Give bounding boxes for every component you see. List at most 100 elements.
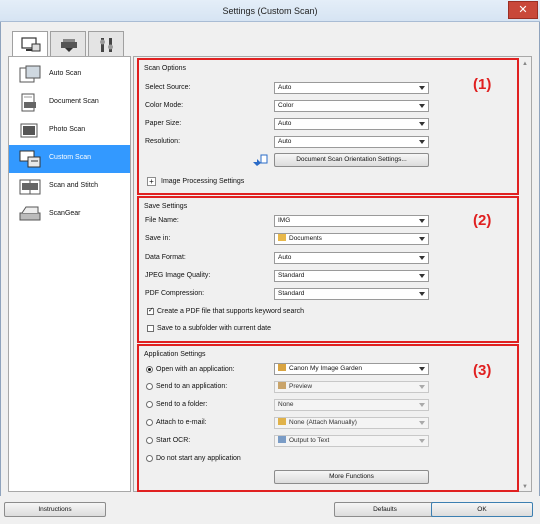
sidebar-item-document-scan[interactable]: Document Scan [9, 89, 130, 117]
start-ocr-value: Output to Text [289, 437, 330, 444]
scan-options-section: Scan Options (1) Select Source: Auto Col… [137, 58, 519, 195]
resolution-value: Auto [278, 138, 292, 145]
file-name-label: File Name: [145, 217, 179, 224]
select-source-dropdown[interactable]: Auto [274, 82, 429, 94]
keyword-pdf-checkbox[interactable] [147, 306, 154, 315]
scan-from-computer-icon [21, 37, 41, 52]
sidebar-item-scangear[interactable]: ScanGear [9, 201, 130, 229]
attach-to-email-dropdown[interactable]: None (Attach Manually) [274, 417, 429, 429]
send-to-folder-label: Send to a folder: [156, 401, 208, 408]
no-application-radio[interactable] [146, 455, 153, 462]
image-processing-settings-label[interactable]: Image Processing Settings [161, 178, 244, 185]
paper-size-value: Auto [278, 120, 292, 127]
open-with-application-dropdown[interactable]: Canon My Image Garden [274, 363, 429, 375]
subfolder-checkbox[interactable] [147, 325, 154, 332]
sidebar-item-auto-scan[interactable]: Auto Scan [9, 61, 130, 89]
open-with-application-radio[interactable] [146, 366, 153, 373]
section-title: Application Settings [144, 351, 206, 358]
scangear-icon [19, 206, 41, 221]
send-to-application-dropdown[interactable]: Preview [274, 381, 429, 393]
orientation-icon [253, 154, 268, 166]
start-ocr-label: Start OCR: [156, 437, 191, 444]
attach-to-email-label: Attach to e-mail: [156, 419, 207, 426]
no-application-label: Do not start any application [156, 455, 241, 462]
paper-size-label: Paper Size: [145, 120, 182, 127]
chevron-down-icon [419, 122, 425, 126]
start-ocr-dropdown[interactable]: Output to Text [274, 435, 429, 447]
expand-icon[interactable]: + [147, 177, 156, 186]
application-settings-section: Application Settings (3) Open with an ap… [137, 344, 519, 492]
select-source-label: Select Source: [145, 84, 191, 91]
sidebar-item-custom-scan[interactable]: Custom Scan [9, 145, 130, 173]
chevron-down-icon [419, 367, 425, 371]
scan-and-stitch-icon [19, 179, 41, 195]
section-title: Save Settings [144, 203, 188, 210]
section-title: Scan Options [144, 65, 187, 72]
general-settings-icon [100, 38, 113, 52]
sidebar-item-label: Auto Scan [49, 70, 82, 77]
auto-scan-icon [19, 65, 41, 83]
subfolder-label: Save to a subfolder with current date [157, 325, 272, 332]
open-with-application-value: Canon My Image Garden [289, 365, 362, 372]
save-in-dropdown[interactable]: Documents [274, 233, 429, 245]
tab-scan-from-computer[interactable] [12, 31, 48, 58]
chevron-down-icon [419, 385, 425, 389]
my-image-garden-icon [278, 364, 286, 371]
section-number: (1) [473, 76, 492, 93]
data-format-dropdown[interactable]: Auto [274, 252, 429, 264]
scroll-up-icon[interactable]: ▲ [521, 60, 529, 68]
title-bar: Settings (Custom Scan) [0, 0, 540, 22]
send-to-folder-radio[interactable] [146, 401, 153, 408]
sidebar-item-label: Document Scan [49, 98, 99, 105]
jpeg-quality-dropdown[interactable]: Standard [274, 270, 429, 282]
pdf-compression-dropdown[interactable]: Standard [274, 288, 429, 300]
resolution-dropdown[interactable]: Auto [274, 136, 429, 148]
file-name-dropdown[interactable]: IMG [274, 215, 429, 227]
chevron-down-icon [419, 439, 425, 443]
send-to-folder-value: None [278, 401, 294, 408]
save-in-value: Documents [289, 235, 322, 242]
chevron-down-icon [419, 256, 425, 260]
section-number: (3) [473, 362, 492, 379]
color-mode-dropdown[interactable]: Color [274, 100, 429, 112]
send-to-folder-dropdown[interactable]: None [274, 399, 429, 411]
attach-to-email-radio[interactable] [146, 419, 153, 426]
start-ocr-radio[interactable] [146, 437, 153, 444]
close-button[interactable]: ✕ [508, 1, 538, 19]
color-mode-label: Color Mode: [145, 102, 184, 109]
custom-scan-icon [19, 150, 41, 168]
paper-size-dropdown[interactable]: Auto [274, 118, 429, 130]
save-in-label: Save in: [145, 235, 171, 242]
sidebar-item-label: Photo Scan [49, 126, 86, 133]
scanner-icon [61, 39, 77, 52]
more-functions-button[interactable]: More Functions [274, 470, 429, 484]
tab-strip [0, 22, 540, 58]
scroll-down-icon[interactable]: ▼ [521, 483, 529, 491]
resolution-label: Resolution: [145, 138, 181, 145]
sidebar-item-photo-scan[interactable]: Photo Scan [9, 117, 130, 145]
tab-scanner[interactable] [50, 31, 86, 57]
color-mode-value: Color [278, 102, 294, 109]
section-number: (2) [473, 212, 492, 229]
sidebar-item-scan-and-stitch[interactable]: Scan and Stitch [9, 173, 130, 201]
instructions-button[interactable]: Instructions [4, 502, 106, 517]
tab-general-settings[interactable] [88, 31, 124, 57]
keyword-pdf-label: Create a PDF file that supports keyword … [157, 308, 305, 315]
window-title: Settings (Custom Scan) [222, 6, 318, 16]
data-format-label: Data Format: [145, 254, 186, 261]
ocr-text-icon [278, 436, 286, 443]
orientation-settings-button[interactable]: Document Scan Orientation Settings... [274, 153, 429, 167]
defaults-button[interactable]: Defaults [334, 502, 436, 517]
chevron-down-icon [419, 219, 425, 223]
chevron-down-icon [419, 274, 425, 278]
chevron-down-icon [419, 403, 425, 407]
ok-button[interactable]: OK [431, 502, 533, 517]
footer-bar: Instructions Defaults OK [0, 496, 540, 524]
jpeg-quality-value: Standard [278, 272, 305, 279]
chevron-down-icon [419, 140, 425, 144]
sidebar-item-label: Scan and Stitch [49, 182, 99, 189]
open-with-application-label: Open with an application: [156, 366, 235, 373]
folder-icon [278, 234, 286, 241]
send-to-application-radio[interactable] [146, 383, 153, 390]
document-scan-icon [21, 93, 36, 112]
